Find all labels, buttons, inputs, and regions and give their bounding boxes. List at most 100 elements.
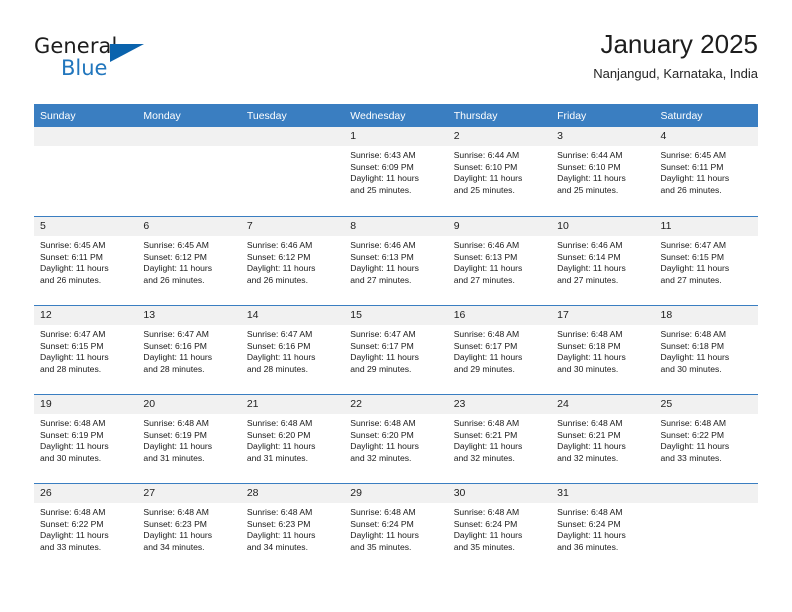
day-details: Sunrise: 6:46 AM Sunset: 6:13 PM Daylight:…: [344, 236, 447, 287]
calendar-day-cell[interactable]: 11 Sunrise: 6:47 AM Sunset: 6:15 PM Dayligh…: [654, 216, 758, 305]
daylight-duration-line2: and 28 minutes.: [40, 364, 102, 375]
daylight-duration-line1: Daylight: 11 hours: [143, 530, 213, 541]
daylight-duration-line2: and 33 minutes.: [40, 542, 102, 553]
day-number: 5: [34, 217, 138, 236]
day-details: Sunrise: 6:48 AM Sunset: 6:17 PM Daylight:…: [448, 325, 551, 376]
day-cell-inner: 23 Sunrise: 6:48 AM Sunset: 6:21 PM Dayligh…: [447, 394, 552, 483]
sunrise-time: Sunrise: 6:43 AM: [350, 150, 416, 160]
sunset-time: Sunset: 6:15 PM: [40, 340, 104, 351]
sunset-time: Sunset: 6:23 PM: [143, 518, 207, 529]
daylight-duration-line1: Daylight: 11 hours: [557, 173, 626, 184]
daylight-duration-line2: and 25 minutes.: [350, 185, 412, 196]
daylight-duration-line2: and 32 minutes.: [557, 453, 619, 464]
sunset-time: Sunset: 6:16 PM: [143, 340, 207, 351]
daylight-duration-line1: Daylight: 11 hours: [246, 530, 316, 541]
day-number: 14: [240, 306, 345, 325]
calendar-day-cell[interactable]: 3 Sunrise: 6:44 AM Sunset: 6:10 PM Daylight…: [551, 127, 655, 216]
page-title: January 2025: [600, 29, 758, 59]
calendar-day-cell[interactable]: 6 Sunrise: 6:45 AM Sunset: 6:12 PM Daylight…: [137, 216, 241, 305]
sunrise-time: Sunrise: 6:48 AM: [143, 418, 209, 428]
day-details: Sunrise: 6:48 AM Sunset: 6:22 PM Daylight:…: [655, 414, 758, 465]
day-cell-inner: 29 Sunrise: 6:48 AM Sunset: 6:24 PM Dayligh…: [344, 483, 448, 572]
day-number: 27: [137, 484, 241, 503]
day-number: 26: [34, 484, 138, 503]
sunrise-time: Sunrise: 6:47 AM: [660, 240, 726, 250]
calendar-day-cell[interactable]: 5 Sunrise: 6:45 AM Sunset: 6:11 PM Daylight…: [34, 216, 138, 305]
calendar-day-cell[interactable]: 20 Sunrise: 6:48 AM Sunset: 6:19 PM Dayligh…: [137, 394, 241, 483]
calendar-day-cell[interactable]: 31 Sunrise: 6:48 AM Sunset: 6:24 PM Dayligh…: [551, 483, 655, 572]
calendar-day-cell[interactable]: 17 Sunrise: 6:48 AM Sunset: 6:18 PM Dayligh…: [551, 305, 655, 394]
calendar-day-cell[interactable]: 4 Sunrise: 6:45 AM Sunset: 6:11 PM Daylight…: [654, 127, 758, 216]
calendar-day-cell[interactable]: 1 Sunrise: 6:43 AM Sunset: 6:09 PM Daylight…: [344, 127, 448, 216]
day-number: 8: [344, 217, 448, 236]
daylight-duration-line2: and 25 minutes.: [453, 185, 515, 196]
day-number: 24: [551, 395, 655, 414]
sunrise-time: Sunrise: 6:48 AM: [557, 507, 623, 517]
daylight-duration-line2: and 31 minutes.: [246, 453, 308, 464]
sunrise-time: Sunrise: 6:48 AM: [246, 418, 313, 428]
day-details: Sunrise: 6:48 AM Sunset: 6:18 PM Daylight:…: [551, 325, 654, 376]
calendar-day-cell[interactable]: 23 Sunrise: 6:48 AM Sunset: 6:21 PM Dayligh…: [447, 394, 552, 483]
calendar-day-cell[interactable]: 27 Sunrise: 6:48 AM Sunset: 6:23 PM Dayligh…: [137, 483, 241, 572]
daylight-duration-line1: Daylight: 11 hours: [660, 441, 730, 452]
calendar-day-cell[interactable]: 25 Sunrise: 6:48 AM Sunset: 6:22 PM Dayligh…: [654, 394, 758, 483]
sunset-time: Sunset: 6:11 PM: [660, 161, 724, 172]
calendar-day-cell[interactable]: 14 Sunrise: 6:47 AM Sunset: 6:16 PM Dayligh…: [240, 305, 345, 394]
calendar-body: 1 Sunrise: 6:43 AM Sunset: 6:09 PM Daylight…: [34, 127, 758, 572]
calendar-day-cell[interactable]: 8 Sunrise: 6:46 AM Sunset: 6:13 PM Daylight…: [344, 216, 448, 305]
day-details: Sunrise: 6:46 AM Sunset: 6:12 PM Daylight:…: [241, 236, 344, 287]
day-cell-inner: 2 Sunrise: 6:44 AM Sunset: 6:10 PM Daylight…: [447, 127, 552, 216]
day-cell-inner: 31 Sunrise: 6:48 AM Sunset: 6:24 PM Dayligh…: [551, 483, 655, 572]
sunset-time: Sunset: 6:18 PM: [557, 340, 621, 351]
sunrise-time: Sunrise: 6:48 AM: [40, 507, 106, 517]
sunset-time: Sunset: 6:12 PM: [143, 251, 207, 262]
calendar-day-cell[interactable]: 22 Sunrise: 6:48 AM Sunset: 6:20 PM Dayligh…: [344, 394, 448, 483]
daylight-duration-line1: Daylight: 11 hours: [453, 530, 523, 541]
calendar-day-cell[interactable]: 9 Sunrise: 6:46 AM Sunset: 6:13 PM Daylight…: [447, 216, 552, 305]
sunrise-time: Sunrise: 6:46 AM: [557, 240, 623, 250]
calendar-day-cell[interactable]: 21 Sunrise: 6:48 AM Sunset: 6:20 PM Dayligh…: [240, 394, 345, 483]
day-number: 3: [551, 127, 655, 146]
calendar-day-cell[interactable]: 18 Sunrise: 6:48 AM Sunset: 6:18 PM Dayligh…: [654, 305, 758, 394]
blue-triangle-logo-icon: [110, 44, 144, 62]
calendar-day-cell[interactable]: 13 Sunrise: 6:47 AM Sunset: 6:16 PM Dayligh…: [137, 305, 241, 394]
calendar-day-cell[interactable]: 30 Sunrise: 6:48 AM Sunset: 6:24 PM Dayligh…: [447, 483, 552, 572]
daylight-duration-line1: Daylight: 11 hours: [557, 352, 626, 363]
sunrise-time: Sunrise: 6:48 AM: [557, 329, 623, 339]
calendar-day-cell[interactable]: 26 Sunrise: 6:48 AM Sunset: 6:22 PM Dayligh…: [34, 483, 138, 572]
calendar-day-cell[interactable]: 2 Sunrise: 6:44 AM Sunset: 6:10 PM Daylight…: [447, 127, 552, 216]
sunrise-time: Sunrise: 6:46 AM: [453, 240, 520, 250]
daylight-duration-line1: Daylight: 11 hours: [660, 352, 730, 363]
calendar-day-cell[interactable]: 28 Sunrise: 6:48 AM Sunset: 6:23 PM Dayligh…: [240, 483, 345, 572]
calendar-day-cell[interactable]: 29 Sunrise: 6:48 AM Sunset: 6:24 PM Dayligh…: [344, 483, 448, 572]
daylight-duration-line2: and 32 minutes.: [453, 453, 515, 464]
sunrise-time: Sunrise: 6:48 AM: [350, 507, 416, 517]
brand-logo[interactable]: General Blue: [34, 34, 154, 88]
sunrise-time: Sunrise: 6:47 AM: [40, 329, 106, 339]
sunrise-time: Sunrise: 6:47 AM: [143, 329, 209, 339]
calendar-day-cell[interactable]: 7 Sunrise: 6:46 AM Sunset: 6:12 PM Daylight…: [240, 216, 345, 305]
sunset-time: Sunset: 6:19 PM: [143, 429, 207, 440]
day-number: 13: [137, 306, 241, 325]
daylight-duration-line1: Daylight: 11 hours: [453, 352, 523, 363]
day-details: Sunrise: 6:47 AM Sunset: 6:16 PM Daylight:…: [137, 325, 240, 376]
calendar-day-cell[interactable]: 10 Sunrise: 6:46 AM Sunset: 6:14 PM Dayligh…: [551, 216, 655, 305]
day-cell-inner: 12 Sunrise: 6:47 AM Sunset: 6:15 PM Dayligh…: [34, 305, 138, 394]
calendar-day-cell[interactable]: 16 Sunrise: 6:48 AM Sunset: 6:17 PM Dayligh…: [447, 305, 552, 394]
sunrise-time: Sunrise: 6:48 AM: [40, 418, 106, 428]
calendar-day-cell[interactable]: 12 Sunrise: 6:47 AM Sunset: 6:15 PM Dayligh…: [34, 305, 138, 394]
day-number: 15: [344, 306, 448, 325]
calendar-day-cell[interactable]: 24 Sunrise: 6:48 AM Sunset: 6:21 PM Dayligh…: [551, 394, 655, 483]
daylight-duration-line1: Daylight: 11 hours: [660, 173, 730, 184]
calendar-day-cell[interactable]: 15 Sunrise: 6:47 AM Sunset: 6:17 PM Dayligh…: [344, 305, 448, 394]
day-cell-inner: 15 Sunrise: 6:47 AM Sunset: 6:17 PM Dayligh…: [344, 305, 448, 394]
sunrise-time: Sunrise: 6:46 AM: [350, 240, 416, 250]
sunset-time: Sunset: 6:16 PM: [246, 340, 311, 351]
day-cell-inner: 19 Sunrise: 6:48 AM Sunset: 6:19 PM Dayligh…: [34, 394, 138, 483]
day-cell-inner: [654, 483, 758, 572]
calendar-day-cell[interactable]: 19 Sunrise: 6:48 AM Sunset: 6:19 PM Dayligh…: [34, 394, 138, 483]
weekday-header-wednesday: Wednesday: [344, 104, 448, 127]
calendar-day-cell-empty: [240, 127, 345, 216]
day-number: 23: [447, 395, 552, 414]
sunset-time: Sunset: 6:17 PM: [453, 340, 518, 351]
